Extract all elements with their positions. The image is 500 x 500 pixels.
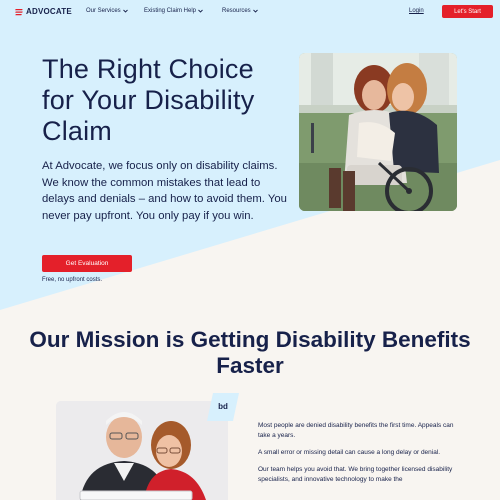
cta-note: Free, no upfront costs. <box>42 277 103 283</box>
chevron-down-icon <box>252 9 258 13</box>
nav-item-label: Our Services <box>86 8 121 14</box>
nav-item-label: Resources <box>222 8 251 14</box>
logo-stripes-icon <box>15 8 23 15</box>
nav-item-existing-claim-help[interactable]: Existing Claim Help <box>144 8 203 14</box>
mission-paragraph: Most people are denied disability benefi… <box>258 422 454 439</box>
chevron-down-icon <box>198 9 203 13</box>
mission-text: Most people are denied disability benefi… <box>258 421 458 492</box>
bd-badge: bd <box>207 393 239 421</box>
lets-start-button[interactable]: Let's Start <box>442 5 493 18</box>
get-evaluation-button[interactable]: Get Evaluation <box>42 255 132 272</box>
login-link[interactable]: Login <box>409 8 424 14</box>
logo-text: ADVOCATE <box>26 7 72 16</box>
bd-badge-text: bd <box>218 402 228 411</box>
hero-description: At Advocate, we focus only on disability… <box>42 160 287 222</box>
mission-paragraph: Our team helps you avoid that. We bring … <box>258 466 453 483</box>
chevron-down-icon <box>122 9 128 13</box>
nav-item-our-services[interactable]: Our Services <box>86 8 128 14</box>
mission-photo <box>56 401 228 500</box>
nav-item-label: Existing Claim Help <box>144 8 197 14</box>
mission-photo-illustration <box>56 401 228 500</box>
mission-title: Our Mission is Getting Disability Benefi… <box>29 327 471 378</box>
hero-photo-illustration <box>299 53 457 211</box>
advocate-logo[interactable]: ADVOCATE <box>15 7 72 16</box>
mission-paragraph: A small error or missing detail can caus… <box>258 449 441 456</box>
nav-item-resources[interactable]: Resources <box>222 8 258 14</box>
top-navigation: ADVOCATE Our Services Existing Claim Hel… <box>0 0 500 24</box>
hero-title: The Right Choice for Your Disability Cla… <box>42 54 255 146</box>
hero-photo <box>299 53 457 211</box>
